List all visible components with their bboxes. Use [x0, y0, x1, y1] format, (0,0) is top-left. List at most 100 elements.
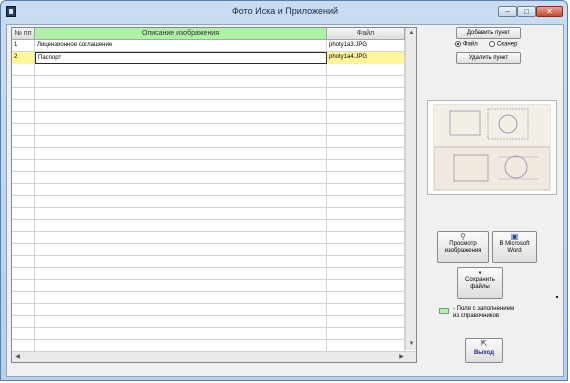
column-header-description[interactable]: Описание изображения: [35, 28, 327, 40]
empty-cell[interactable]: [35, 172, 327, 184]
empty-cell[interactable]: [327, 160, 405, 172]
empty-cell[interactable]: [327, 64, 405, 76]
empty-row[interactable]: [12, 256, 405, 268]
empty-cell[interactable]: [35, 76, 327, 88]
empty-cell[interactable]: [12, 328, 35, 340]
empty-cell[interactable]: [327, 256, 405, 268]
title-bar[interactable]: Фото Иска и Приложений – □ ✕: [1, 1, 569, 23]
empty-row[interactable]: [12, 112, 405, 124]
table-row-selected[interactable]: 2 Паспорт photy1a4.JPG: [12, 52, 405, 64]
empty-cell[interactable]: [12, 184, 35, 196]
empty-row[interactable]: [12, 292, 405, 304]
empty-cell[interactable]: [35, 64, 327, 76]
empty-cell[interactable]: [12, 112, 35, 124]
empty-cell[interactable]: [12, 304, 35, 316]
empty-cell[interactable]: [327, 292, 405, 304]
minimize-button[interactable]: –: [498, 6, 517, 17]
empty-cell[interactable]: [35, 280, 327, 292]
cell-file[interactable]: photy1a3.JPG: [327, 40, 405, 52]
empty-cell[interactable]: [327, 124, 405, 136]
empty-row[interactable]: [12, 76, 405, 88]
empty-cell[interactable]: [35, 256, 327, 268]
horizontal-scrollbar[interactable]: ◀ ▶: [12, 351, 416, 362]
empty-cell[interactable]: [327, 172, 405, 184]
empty-cell[interactable]: [12, 88, 35, 100]
empty-cell[interactable]: [12, 76, 35, 88]
exit-button[interactable]: ⇱ Выход: [465, 338, 503, 363]
empty-cell[interactable]: [35, 244, 327, 256]
save-files-button[interactable]: ▪ Сохранить файлы: [457, 267, 503, 299]
empty-cell[interactable]: [35, 208, 327, 220]
view-image-button[interactable]: ⚲ Просмотр изображения: [437, 231, 489, 263]
close-button[interactable]: ✕: [536, 6, 563, 17]
empty-cell[interactable]: [12, 136, 35, 148]
empty-cell[interactable]: [12, 316, 35, 328]
scroll-down-icon[interactable]: ▼: [406, 339, 416, 350]
empty-cell[interactable]: [35, 316, 327, 328]
empty-cell[interactable]: [35, 112, 327, 124]
empty-row[interactable]: [12, 316, 405, 328]
empty-cell[interactable]: [35, 328, 327, 340]
scroll-left-icon[interactable]: ◀: [12, 352, 23, 362]
empty-cell[interactable]: [35, 304, 327, 316]
empty-cell[interactable]: [327, 328, 405, 340]
empty-cell[interactable]: [12, 196, 35, 208]
empty-row[interactable]: [12, 280, 405, 292]
empty-cell[interactable]: [35, 232, 327, 244]
empty-cell[interactable]: [12, 268, 35, 280]
empty-cell[interactable]: [327, 220, 405, 232]
empty-cell[interactable]: [327, 208, 405, 220]
image-preview[interactable]: [427, 100, 557, 195]
cell-num[interactable]: 1: [12, 40, 35, 52]
empty-cell[interactable]: [327, 136, 405, 148]
empty-row[interactable]: [12, 244, 405, 256]
empty-row[interactable]: [12, 328, 405, 340]
empty-cell[interactable]: [12, 64, 35, 76]
empty-row[interactable]: [12, 208, 405, 220]
scroll-right-icon[interactable]: ▶: [396, 352, 407, 362]
empty-row[interactable]: [12, 136, 405, 148]
empty-cell[interactable]: [35, 220, 327, 232]
empty-cell[interactable]: [327, 316, 405, 328]
source-file-radio[interactable]: Файл: [455, 41, 478, 48]
empty-cell[interactable]: [327, 112, 405, 124]
vertical-scrollbar[interactable]: ▲ ▼: [405, 28, 416, 350]
empty-row[interactable]: [12, 100, 405, 112]
empty-cell[interactable]: [327, 280, 405, 292]
empty-cell[interactable]: [12, 172, 35, 184]
export-word-button[interactable]: ▣ В Microsoft Word: [492, 231, 537, 263]
cell-description-editing[interactable]: Паспорт: [35, 52, 327, 64]
empty-cell[interactable]: [35, 148, 327, 160]
empty-row[interactable]: [12, 232, 405, 244]
cell-num[interactable]: 2: [12, 52, 35, 64]
empty-cell[interactable]: [12, 220, 35, 232]
empty-cell[interactable]: [12, 232, 35, 244]
empty-cell[interactable]: [35, 292, 327, 304]
empty-row[interactable]: [12, 124, 405, 136]
empty-cell[interactable]: [35, 160, 327, 172]
empty-cell[interactable]: [327, 268, 405, 280]
empty-cell[interactable]: [35, 100, 327, 112]
empty-cell[interactable]: [12, 148, 35, 160]
cell-file[interactable]: photy1a4.JPG: [327, 52, 405, 64]
empty-cell[interactable]: [327, 232, 405, 244]
empty-row[interactable]: [12, 88, 405, 100]
empty-row[interactable]: [12, 220, 405, 232]
empty-cell[interactable]: [327, 76, 405, 88]
empty-cell[interactable]: [12, 244, 35, 256]
empty-cell[interactable]: [327, 196, 405, 208]
add-item-button[interactable]: Добавить пункт: [456, 27, 521, 39]
empty-cell[interactable]: [12, 208, 35, 220]
empty-cell[interactable]: [35, 124, 327, 136]
empty-cell[interactable]: [12, 256, 35, 268]
empty-cell[interactable]: [12, 100, 35, 112]
empty-cell[interactable]: [327, 244, 405, 256]
items-table[interactable]: № пп Описание изображения Файл 1 Лицензи…: [11, 27, 417, 363]
maximize-button[interactable]: □: [517, 6, 536, 17]
empty-cell[interactable]: [35, 88, 327, 100]
column-header-num[interactable]: № пп: [12, 28, 35, 40]
empty-cell[interactable]: [35, 184, 327, 196]
empty-row[interactable]: [12, 160, 405, 172]
empty-cell[interactable]: [327, 184, 405, 196]
empty-row[interactable]: [12, 172, 405, 184]
